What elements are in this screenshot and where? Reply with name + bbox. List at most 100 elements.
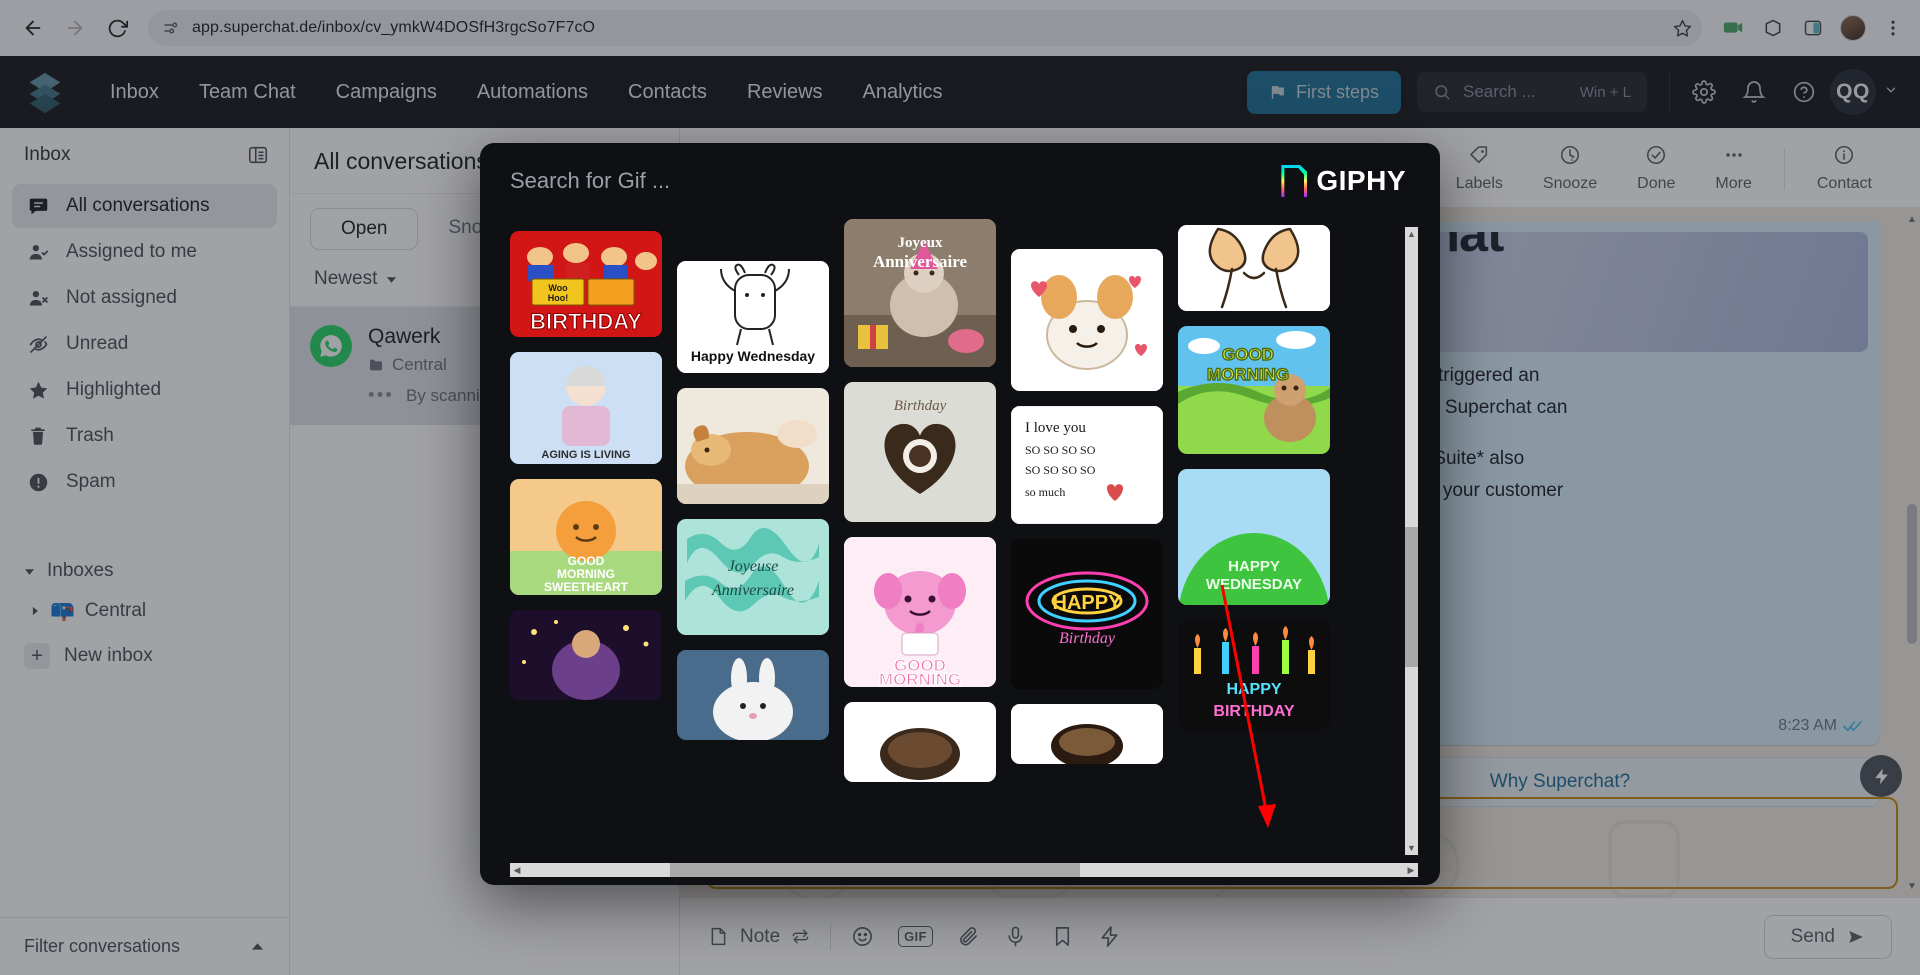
split-view-icon[interactable]: [1800, 15, 1826, 41]
contact-button[interactable]: Contact: [1797, 138, 1892, 199]
sidebar-item-spam[interactable]: Spam: [12, 460, 277, 504]
gif-tile[interactable]: Happy Wednesday: [677, 261, 829, 373]
sidebar-item-assigned-to-me[interactable]: Assigned to me: [12, 230, 277, 274]
giphy-grid[interactable]: Woo Hoo! BIRTHDAY AGING IS LIVING GOOD M…: [480, 219, 1440, 885]
panel-toggle-icon[interactable]: [247, 144, 269, 166]
tab-open[interactable]: Open: [310, 208, 419, 250]
conversation-folder-label: Central: [392, 355, 447, 374]
nav-item-analytics[interactable]: Analytics: [843, 73, 963, 112]
gif-tile[interactable]: HAPPY BIRTHDAY: [1178, 620, 1330, 730]
nav-item-inbox[interactable]: Inbox: [90, 73, 179, 112]
first-steps-label: First steps: [1295, 81, 1379, 102]
giphy-scroll-up-arrow[interactable]: ▲: [1405, 227, 1418, 241]
giphy-vertical-scrollbar[interactable]: ▲ ▼: [1405, 227, 1418, 855]
gif-tile[interactable]: GOOD MORNING: [1178, 326, 1330, 454]
microphone-icon[interactable]: [1004, 925, 1027, 948]
help-circle-icon[interactable]: [1792, 80, 1816, 104]
gif-icon[interactable]: GIF: [898, 926, 933, 947]
giphy-mark-icon: [1281, 165, 1308, 197]
gif-tile[interactable]: GOOD MORNING: [844, 537, 996, 687]
notifications-bell-icon[interactable]: [1742, 80, 1766, 104]
done-button[interactable]: Done: [1617, 138, 1695, 199]
gif-tile[interactable]: [677, 388, 829, 504]
gif-tile[interactable]: GOOD MORNING SWEETHEART: [510, 479, 662, 595]
gif-tile[interactable]: Woo Hoo! BIRTHDAY: [510, 231, 662, 337]
giphy-search-input[interactable]: [510, 168, 1262, 194]
giphy-scroll-down-arrow[interactable]: ▼: [1405, 841, 1418, 855]
giphy-hscroll-thumb[interactable]: [670, 863, 1080, 877]
svg-text:GOOD: GOOD: [1222, 345, 1274, 364]
sidebar-item-all-conversations[interactable]: All conversations: [12, 184, 277, 228]
scroll-down-arrow[interactable]: ▼: [1906, 879, 1918, 893]
extensions-icon[interactable]: [1760, 15, 1786, 41]
gif-tile[interactable]: [1178, 225, 1330, 311]
giphy-scroll-left-arrow[interactable]: ◀: [510, 863, 524, 877]
browser-profile-avatar[interactable]: [1840, 15, 1866, 41]
chat-bubble-icon: [26, 196, 50, 217]
giphy-scroll-right-arrow[interactable]: ▶: [1404, 863, 1418, 877]
nav-item-reviews[interactable]: Reviews: [727, 73, 843, 112]
gif-tile[interactable]: HAPPY WEDNESDAY: [1178, 469, 1330, 605]
superchat-logo-icon[interactable]: [22, 69, 68, 115]
sidebar-item-label: Not assigned: [66, 287, 177, 308]
gif-tile[interactable]: [844, 702, 996, 782]
svg-text:BIRTHDAY: BIRTHDAY: [530, 309, 642, 334]
sidebar-inbox-central[interactable]: 📪 Central: [0, 588, 289, 633]
nav-item-contacts[interactable]: Contacts: [608, 73, 727, 112]
browser-address-bar[interactable]: app.superchat.de/inbox/cv_ymkW4DOSfH3rgc…: [148, 10, 1702, 46]
thread-scrollbar[interactable]: ▲ ▼: [1906, 212, 1918, 893]
browser-back-button[interactable]: [14, 9, 52, 47]
user-avatar[interactable]: QQ: [1830, 69, 1876, 115]
giphy-scroll-thumb[interactable]: [1405, 527, 1418, 667]
gif-tile[interactable]: Joyeuse Anniversaire: [677, 519, 829, 635]
gif-tile[interactable]: Birthday: [844, 382, 996, 522]
filter-conversations-button[interactable]: Filter conversations: [0, 917, 289, 975]
nav-item-automations[interactable]: Automations: [457, 73, 608, 112]
flag-icon: [1269, 84, 1286, 101]
cast-icon[interactable]: [1720, 15, 1746, 41]
gif-tile[interactable]: HAPPY Birthday: [1011, 539, 1163, 689]
browser-reload-button[interactable]: [98, 9, 136, 47]
bookmark-star-icon[interactable]: [1673, 19, 1692, 38]
lightning-icon[interactable]: [1098, 925, 1121, 948]
labels-button[interactable]: Labels: [1436, 138, 1523, 199]
caret-right-icon[interactable]: [30, 606, 40, 616]
gif-tile[interactable]: [510, 610, 662, 700]
chevron-down-icon: [386, 274, 397, 285]
gif-tile[interactable]: [1011, 249, 1163, 391]
nav-item-team-chat[interactable]: Team Chat: [179, 73, 316, 112]
giphy-horizontal-scrollbar[interactable]: ◀ ▶: [510, 863, 1418, 877]
sidebar-section-inboxes[interactable]: Inboxes: [0, 554, 289, 588]
settings-gear-icon[interactable]: [1692, 80, 1716, 104]
attachment-icon[interactable]: [957, 925, 980, 948]
site-info-icon[interactable]: [162, 19, 180, 37]
chevron-down-icon[interactable]: [1884, 83, 1898, 102]
global-search[interactable]: Search ... Win + L: [1417, 72, 1647, 112]
sidebar-item-not-assigned[interactable]: Not assigned: [12, 276, 277, 320]
gif-tile[interactable]: I love you SO SO SO SO SO SO SO SO so mu…: [1011, 406, 1163, 524]
emoji-icon[interactable]: [851, 925, 874, 948]
gif-tile[interactable]: [1011, 704, 1163, 764]
header-right-cluster: First steps Search ... Win + L QQ: [1246, 69, 1898, 115]
bookmark-icon[interactable]: [1051, 925, 1074, 948]
sidebar-item-highlighted[interactable]: Highlighted: [12, 368, 277, 412]
browser-forward-button[interactable]: [56, 9, 94, 47]
snooze-button[interactable]: z Snooze: [1523, 138, 1617, 199]
svg-text:z: z: [1570, 154, 1574, 163]
composer-divider: [830, 923, 832, 950]
note-toggle-button[interactable]: Note: [708, 926, 810, 948]
scroll-thumb[interactable]: [1907, 504, 1917, 644]
new-inbox-button[interactable]: + New inbox: [0, 633, 289, 679]
browser-menu-icon[interactable]: [1880, 15, 1906, 41]
gif-tile[interactable]: Joyeux Anniversaire: [844, 219, 996, 367]
more-button[interactable]: More: [1695, 138, 1771, 199]
scroll-up-arrow[interactable]: ▲: [1906, 212, 1918, 226]
sidebar-item-unread[interactable]: Unread: [12, 322, 277, 366]
quick-actions-fab[interactable]: [1860, 755, 1902, 797]
gif-tile[interactable]: AGING IS LIVING: [510, 352, 662, 464]
nav-item-campaigns[interactable]: Campaigns: [316, 73, 457, 112]
send-button[interactable]: Send: [1763, 914, 1892, 959]
first-steps-button[interactable]: First steps: [1246, 70, 1401, 114]
sidebar-item-trash[interactable]: Trash: [12, 414, 277, 458]
gif-tile[interactable]: [677, 650, 829, 740]
